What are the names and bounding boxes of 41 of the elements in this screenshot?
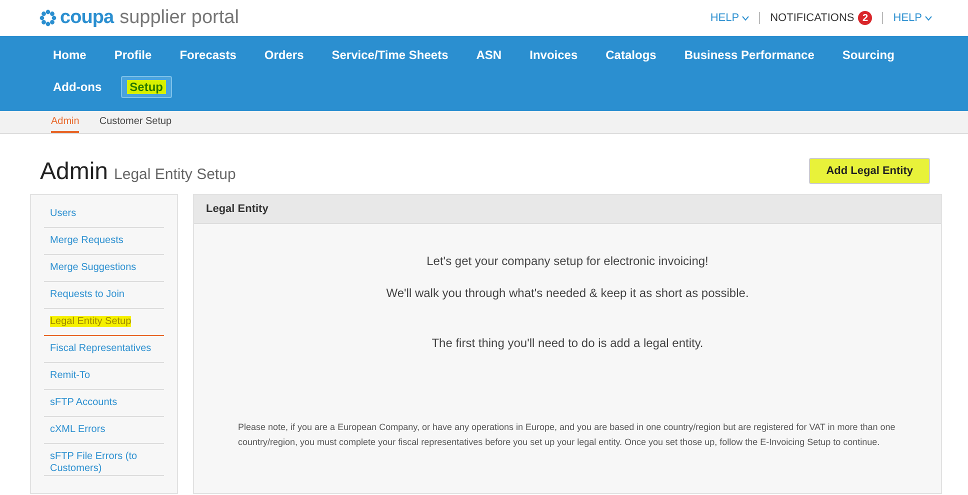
add-legal-entity-button[interactable]: Add Legal Entity	[809, 158, 930, 184]
sidebar-item[interactable]: sFTP File Errors (to Customers)	[44, 444, 164, 476]
sidebar-item[interactable]: Requests to Join	[44, 282, 164, 309]
help-menu[interactable]: HELP	[710, 10, 750, 26]
sidebar-item[interactable]: Merge Suggestions	[44, 255, 164, 282]
logo-product: supplier portal	[120, 6, 239, 30]
page-subtitle: Legal Entity Setup	[114, 165, 236, 185]
sidebar-item[interactable]: Fiscal Representatives	[44, 336, 164, 363]
nav-tab[interactable]: Profile	[105, 44, 161, 66]
sidebar-item[interactable]: Users	[44, 201, 164, 228]
nav-tab[interactable]: ASN	[467, 44, 511, 66]
caret-icon	[742, 16, 750, 20]
nav-tab[interactable]: Home	[44, 44, 96, 66]
nav-tab[interactable]: Setup	[120, 76, 172, 98]
panel-title: Legal Entity	[206, 202, 268, 217]
nav-tab[interactable]: Add-ons	[44, 76, 111, 98]
sidebar-item[interactable]: Legal Entity Setup	[44, 309, 164, 336]
nav-tab[interactable]: Catalogs	[596, 44, 666, 66]
nav-tab[interactable]: Sourcing	[833, 44, 904, 66]
nav-tab[interactable]: Orders	[255, 44, 313, 66]
subnav-tab[interactable]: Admin	[51, 111, 80, 133]
notification-count: 2	[858, 11, 872, 25]
intro-text: Let's get your company setup for electronic invoicing!	[426, 253, 708, 270]
page-title: Admin	[40, 157, 108, 187]
sidebar-item[interactable]: Remit-To	[44, 363, 164, 390]
notifications-link[interactable]: NOTIFICATIONS	[770, 10, 854, 26]
nav-tab[interactable]: Business Performance	[675, 44, 824, 66]
logo-brand: coupa	[60, 6, 114, 30]
nav-tab[interactable]: Invoices	[520, 44, 587, 66]
sidebar-item[interactable]: sFTP Accounts	[44, 390, 164, 417]
intro-text: We'll walk you through what's needed & keep it as short as possible.	[386, 285, 749, 302]
caret-icon	[925, 16, 932, 20]
nav-tab[interactable]: Forecasts	[170, 44, 246, 66]
nav-tab[interactable]: Service/Time Sheets	[322, 44, 458, 66]
logo-icon	[38, 9, 58, 27]
sidebar-item[interactable]: cXML Errors	[44, 417, 164, 444]
first-step-text: The first thing you'll need to do is add a legal entity.	[432, 335, 704, 352]
subnav-tab[interactable]: Customer Setup	[99, 111, 172, 133]
sidebar-item[interactable]: Merge Requests	[44, 228, 164, 255]
note-text: Please note, if you are a European Company, or have any operations in Europe, and you are based in one country/region but are registered for VAT in more than one country/region, you must complete your fiscal representatives before you set up your legal entity. Once you set those up, follow the E-Invoicing Setup to continue.	[237, 421, 896, 449]
help-menu[interactable]: HELP	[893, 10, 932, 26]
